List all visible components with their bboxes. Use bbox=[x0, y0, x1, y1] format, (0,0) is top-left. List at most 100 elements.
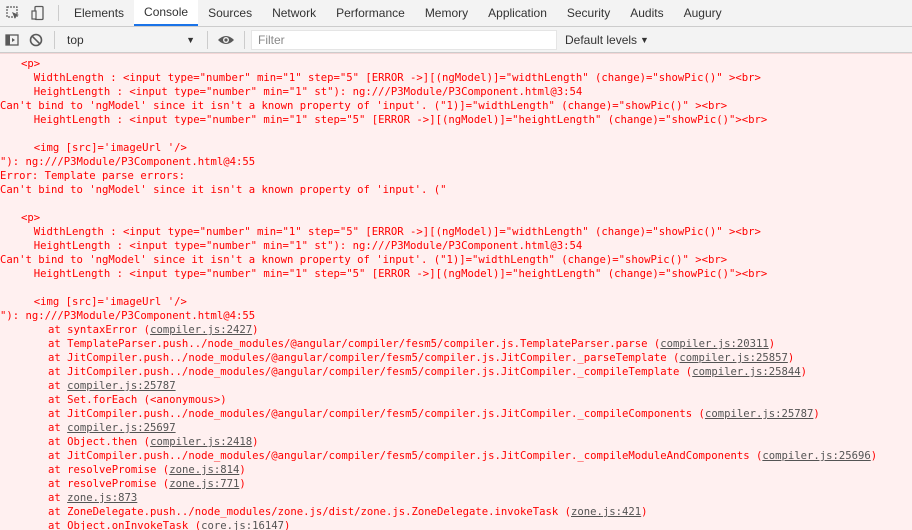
stack-frame-text: at JitCompiler.push../node_modules/@angu… bbox=[48, 366, 693, 378]
stack-frame: at compiler.js:25787 bbox=[21, 379, 912, 393]
live-expression-eye-icon[interactable] bbox=[214, 28, 238, 52]
source-link[interactable]: zone.js:873 bbox=[67, 492, 137, 504]
source-link[interactable]: compiler.js:25697 bbox=[67, 422, 175, 434]
source-link[interactable]: compiler.js:2427 bbox=[150, 324, 252, 336]
tab-console[interactable]: Console bbox=[134, 0, 199, 26]
tab-audits[interactable]: Audits bbox=[620, 0, 673, 26]
stack-frame-suffix: ) bbox=[252, 436, 259, 448]
toolbar-divider bbox=[54, 30, 55, 49]
source-link[interactable]: compiler.js:20311 bbox=[660, 338, 768, 350]
stack-frame-suffix: ) bbox=[252, 324, 259, 336]
stack-frame-text: at JitCompiler.push../node_modules/@angu… bbox=[48, 352, 680, 364]
tab-application[interactable]: Application bbox=[478, 0, 557, 26]
tab-memory[interactable]: Memory bbox=[415, 0, 478, 26]
source-link[interactable]: compiler.js:25696 bbox=[762, 450, 870, 462]
stack-frame-suffix: ) bbox=[641, 506, 648, 518]
chevron-down-icon: ▼ bbox=[640, 34, 649, 45]
stack-frame: at Object.then (compiler.js:2418) bbox=[21, 435, 912, 449]
tab-performance[interactable]: Performance bbox=[326, 0, 415, 26]
stack-frame-suffix: ) bbox=[870, 450, 878, 462]
stack-frame-text: at resolvePromise ( bbox=[48, 478, 170, 490]
stack-frame-suffix: ) bbox=[800, 366, 808, 378]
tab-augury[interactable]: Augury bbox=[674, 0, 732, 26]
filter-input[interactable] bbox=[251, 29, 557, 50]
context-selector[interactable]: top ▼ bbox=[61, 30, 201, 50]
stack-frame: at JitCompiler.push../node_modules/@angu… bbox=[21, 407, 912, 421]
stack-frame: at Object.onInvokeTask (core.js:16147) bbox=[21, 519, 912, 530]
stack-frame-text: at ZoneDelegate.push../node_modules/zone… bbox=[48, 506, 571, 518]
stack-frame-suffix: ) bbox=[768, 338, 776, 350]
stack-frame: at Set.forEach (<anonymous>) bbox=[21, 393, 912, 407]
inspect-element-icon[interactable] bbox=[0, 0, 26, 26]
stack-frame: at JitCompiler.push../node_modules/@angu… bbox=[21, 365, 912, 379]
stack-frame-suffix: ) bbox=[239, 478, 246, 490]
stack-frame: at JitCompiler.push../node_modules/@angu… bbox=[21, 449, 912, 463]
source-link[interactable]: zone.js:814 bbox=[169, 464, 239, 476]
console-line: <img [src]='imageUrl '/> bbox=[21, 142, 187, 154]
stack-frame-text: at resolvePromise ( bbox=[48, 464, 170, 476]
stack-frame: at resolvePromise (zone.js:814) bbox=[21, 463, 912, 477]
toolbar-divider bbox=[244, 30, 245, 49]
console-line: Error: Template parse errors: bbox=[0, 170, 185, 182]
stack-frame: at zone.js:873 bbox=[21, 491, 912, 505]
log-levels-dropdown[interactable]: Default levels ▼ bbox=[565, 33, 649, 47]
stack-frame-text: at JitCompiler.push../node_modules/@angu… bbox=[48, 450, 763, 462]
device-toolbar-icon[interactable] bbox=[26, 0, 52, 26]
console-line: Can't bind to 'ngModel' since it isn't a… bbox=[0, 184, 447, 196]
console-line: HeightLength : <input type="number" min=… bbox=[21, 268, 768, 280]
panel-tabs: Elements Console Sources Network Performance… bbox=[65, 0, 732, 26]
log-levels-label: Default levels bbox=[565, 32, 638, 47]
chevron-down-icon: ▼ bbox=[186, 34, 195, 45]
source-link[interactable]: zone.js:771 bbox=[169, 478, 239, 490]
tab-sources[interactable]: Sources bbox=[198, 0, 262, 26]
tab-network[interactable]: Network bbox=[262, 0, 326, 26]
console-line: "): ng:///P3Module/P3Component.html@4:55 bbox=[0, 156, 256, 168]
source-link[interactable]: zone.js:421 bbox=[571, 506, 641, 518]
context-selector-value: top bbox=[67, 32, 84, 47]
source-link[interactable]: compiler.js:25787 bbox=[67, 380, 175, 392]
source-link[interactable]: compiler.js:2418 bbox=[150, 436, 252, 448]
console-line: HeightLength : <input type="number" min=… bbox=[21, 86, 583, 98]
console-line: Can't bind to 'ngModel' since it isn't a… bbox=[0, 100, 728, 112]
stack-frame-suffix: ) bbox=[813, 408, 820, 420]
stack-frame-text: at bbox=[48, 492, 68, 504]
console-error-message: <p> WidthLength : <input type="number" m… bbox=[0, 53, 912, 530]
console-line: "): ng:///P3Module/P3Component.html@4:55 bbox=[0, 310, 256, 322]
stack-frame: at JitCompiler.push../node_modules/@angu… bbox=[21, 351, 912, 365]
stack-frame-text: at bbox=[48, 380, 68, 392]
stack-frame: at ZoneDelegate.push../node_modules/zone… bbox=[21, 505, 912, 519]
source-link[interactable]: compiler.js:25857 bbox=[679, 352, 787, 364]
stack-frame: at compiler.js:25697 bbox=[21, 421, 912, 435]
tab-security[interactable]: Security bbox=[557, 0, 620, 26]
console-line: <p> bbox=[21, 212, 41, 224]
stack-frame-suffix: ) bbox=[239, 464, 246, 476]
console-output: <p> WidthLength : <input type="number" m… bbox=[0, 54, 912, 530]
clear-console-icon[interactable] bbox=[24, 28, 48, 52]
console-line: HeightLength : <input type="number" min=… bbox=[21, 114, 768, 126]
source-link[interactable]: compiler.js:25787 bbox=[705, 408, 813, 420]
tab-elements[interactable]: Elements bbox=[65, 0, 134, 26]
source-link[interactable]: compiler.js:25844 bbox=[692, 366, 800, 378]
console-line: HeightLength : <input type="number" min=… bbox=[21, 240, 583, 252]
source-link[interactable]: core.js:16147 bbox=[201, 520, 284, 530]
console-line: Can't bind to 'ngModel' since it isn't a… bbox=[0, 254, 728, 266]
console-line: WidthLength : <input type="number" min="… bbox=[21, 72, 761, 84]
console-line: <img [src]='imageUrl '/> bbox=[21, 296, 187, 308]
stack-frame: at resolvePromise (zone.js:771) bbox=[21, 477, 912, 491]
stack-frame-text: at JitCompiler.push../node_modules/@angu… bbox=[48, 408, 705, 420]
stack-frame-text: at syntaxError ( bbox=[48, 324, 151, 336]
show-sidebar-icon[interactable] bbox=[0, 28, 24, 52]
stack-frame-text: at bbox=[48, 422, 68, 434]
stack-frame-suffix: ) bbox=[787, 352, 795, 364]
console-toolbar: top ▼ Default levels ▼ bbox=[0, 27, 912, 53]
devtools-tab-bar: Elements Console Sources Network Performance… bbox=[0, 0, 912, 27]
stack-frame-text: at Object.then ( bbox=[48, 436, 151, 448]
stack-frame-suffix: ) bbox=[284, 520, 291, 530]
stack-frame: at TemplateParser.push../node_modules/@a… bbox=[21, 337, 912, 351]
stack-frame: at syntaxError (compiler.js:2427) bbox=[21, 323, 912, 337]
console-line: WidthLength : <input type="number" min="… bbox=[21, 226, 761, 238]
stack-frame-text: at Object.onInvokeTask ( bbox=[48, 520, 202, 530]
console-line: <p> bbox=[21, 58, 41, 70]
